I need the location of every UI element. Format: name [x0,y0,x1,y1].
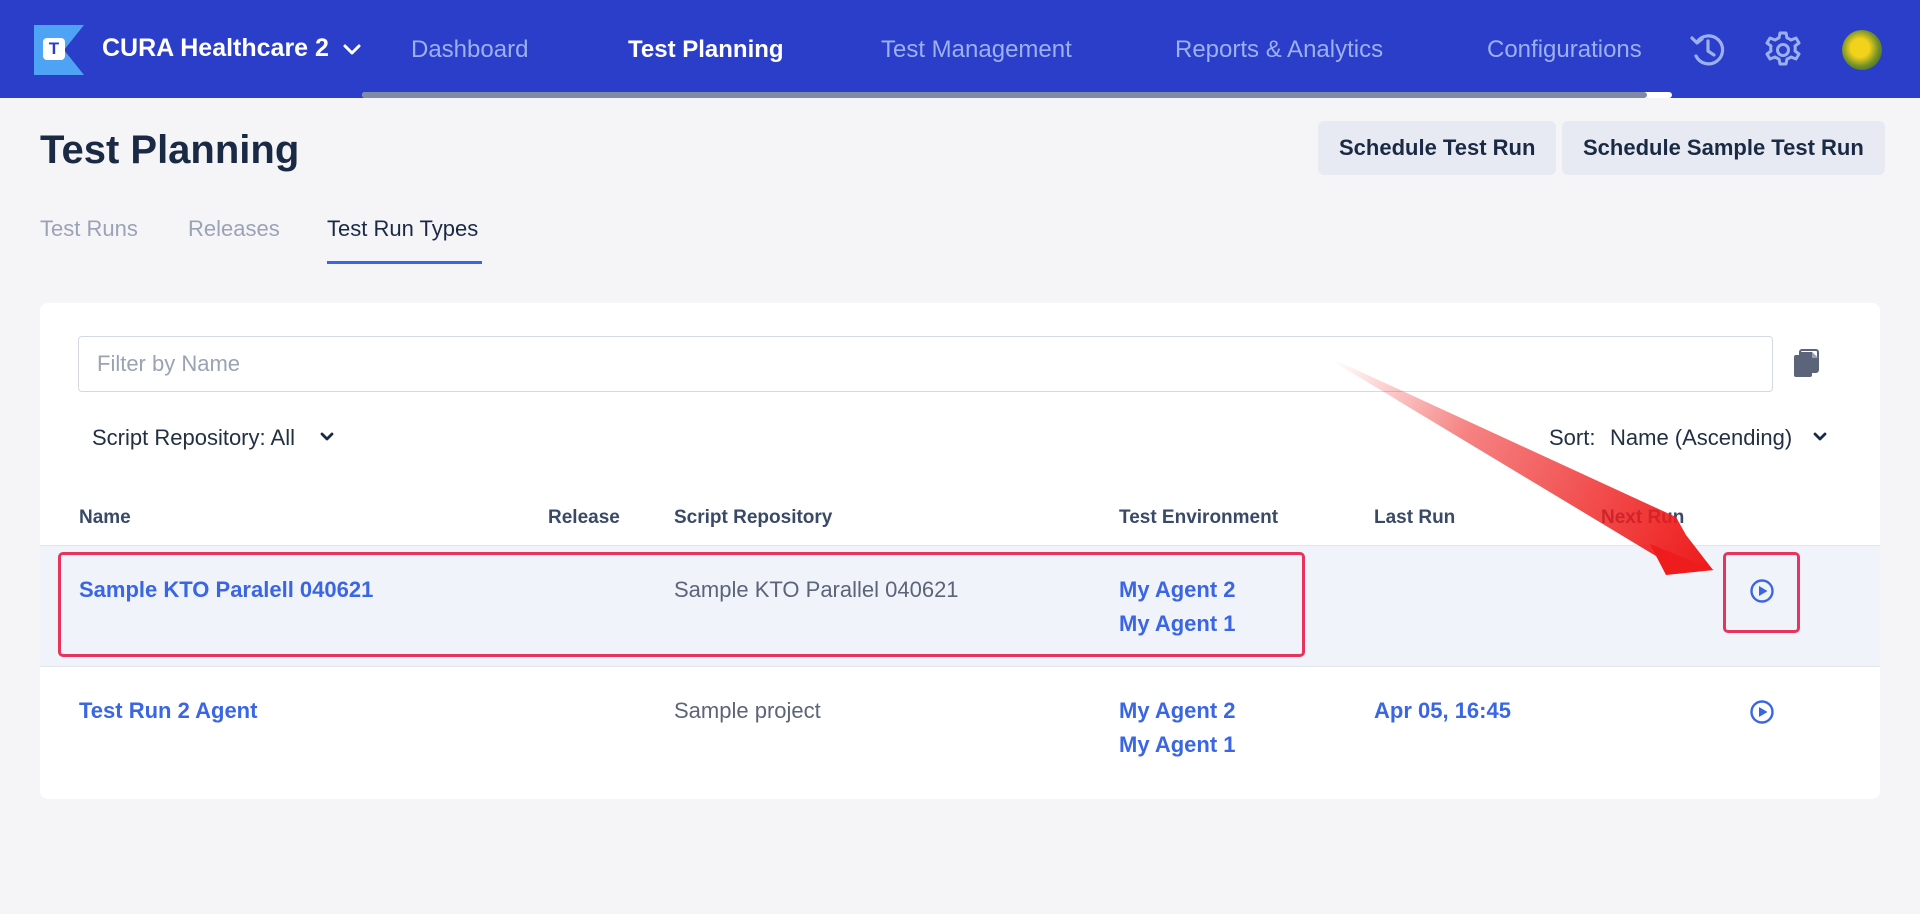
nav-dashboard[interactable]: Dashboard [411,36,528,64]
test-environment-link[interactable]: My Agent 2 [1119,577,1236,603]
column-header-next-run[interactable]: Next Run [1601,507,1684,529]
tab-test-runs[interactable]: Test Runs [40,216,138,242]
top-navigation-bar: T CURA Healthcare 2 Dashboard Test Plann… [0,0,1920,98]
test-run-type-name-link[interactable]: Sample KTO Paralell 040621 [79,577,373,603]
table-row [40,546,1880,666]
nav-configurations[interactable]: Configurations [1487,36,1642,64]
test-run-type-name-link[interactable]: Test Run 2 Agent [79,698,257,724]
nav-scrollbar-thumb[interactable] [362,92,1647,98]
sort-label: Sort: [1549,425,1596,450]
project-selector-label[interactable]: CURA Healthcare 2 [102,34,329,63]
chevron-down-icon[interactable] [340,38,364,62]
play-circle-icon[interactable] [1749,578,1775,604]
script-repository-cell: Sample KTO Parallel 040621 [674,577,959,602]
nav-test-management[interactable]: Test Management [881,36,1072,64]
column-header-last-run[interactable]: Last Run [1374,507,1455,529]
avatar[interactable] [1842,30,1882,70]
page-title: Test Planning [40,128,300,172]
logo-letter: T [43,38,65,60]
filter-by-name-input[interactable] [78,336,1773,392]
test-environment-link[interactable]: My Agent 1 [1119,611,1236,637]
tab-releases[interactable]: Releases [188,216,280,242]
script-repository-cell: Sample project [674,698,821,723]
test-environment-link[interactable]: My Agent 1 [1119,732,1236,758]
last-run-link[interactable]: Apr 05, 16:45 [1374,698,1511,724]
column-header-script-repository[interactable]: Script Repository [674,507,832,529]
gear-icon[interactable] [1763,30,1803,70]
script-repository-filter[interactable]: Script Repository: All [92,425,295,451]
test-environment-link[interactable]: My Agent 2 [1119,698,1236,724]
chevron-down-icon[interactable] [1810,427,1830,447]
copy-icon[interactable] [1793,349,1821,379]
column-header-name[interactable]: Name [79,507,131,529]
active-tab-indicator [327,261,482,264]
chevron-down-icon[interactable] [317,427,337,447]
nav-test-planning[interactable]: Test Planning [628,36,784,64]
nav-reports-analytics[interactable]: Reports & Analytics [1175,36,1383,64]
column-header-test-environment[interactable]: Test Environment [1119,507,1278,529]
sort-selector[interactable]: Name (Ascending) [1610,425,1792,451]
tab-test-run-types[interactable]: Test Run Types [327,216,478,242]
play-circle-icon[interactable] [1749,699,1775,725]
app-logo[interactable]: T [34,25,84,75]
schedule-test-run-button[interactable]: Schedule Test Run [1318,121,1557,175]
table-divider [40,666,1880,667]
schedule-sample-test-run-button[interactable]: Schedule Sample Test Run [1562,121,1885,175]
column-header-release[interactable]: Release [548,507,620,529]
history-icon[interactable] [1688,30,1728,70]
